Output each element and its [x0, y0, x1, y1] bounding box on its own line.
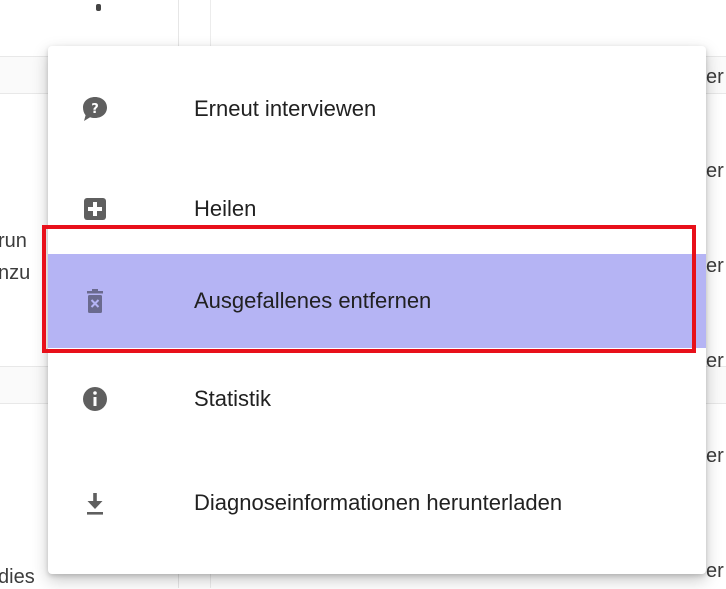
background-text: er [706, 255, 724, 277]
download-icon [80, 488, 110, 518]
delete-box-icon [80, 286, 110, 316]
context-menu: ? Erneut interviewen Heilen Ausgefallene… [48, 46, 706, 574]
background-text: run [0, 230, 27, 252]
menu-item-label: Ausgefallenes entfernen [194, 288, 432, 313]
svg-text:?: ? [91, 102, 99, 117]
background-text: nzu [0, 262, 31, 284]
menu-item-label: Heilen [194, 196, 257, 221]
menu-item-statistics[interactable]: Statistik [48, 352, 706, 446]
menu-item-heal[interactable]: Heilen [48, 162, 706, 256]
info-icon [80, 384, 110, 414]
menu-item-reinterview[interactable]: ? Erneut interviewen [48, 62, 706, 156]
menu-item-download-diagnostics[interactable]: Diagnoseinformationen herunterladen [48, 456, 706, 550]
background-text: er [706, 560, 724, 582]
background-text: er [706, 445, 724, 467]
background-text: er [706, 160, 724, 182]
background-text: er [706, 350, 724, 372]
chat-question-icon: ? [80, 94, 110, 124]
menu-item-label: Erneut interviewen [194, 96, 377, 121]
background-marker [96, 4, 101, 11]
plus-box-icon [80, 194, 110, 224]
background-text: dies [0, 566, 35, 588]
menu-item-label: Statistik [194, 386, 272, 411]
menu-item-label: Diagnoseinformationen herunterladen [194, 490, 563, 515]
background-text: er [706, 66, 724, 88]
menu-item-remove-failed[interactable]: Ausgefallenes entfernen [48, 254, 706, 348]
